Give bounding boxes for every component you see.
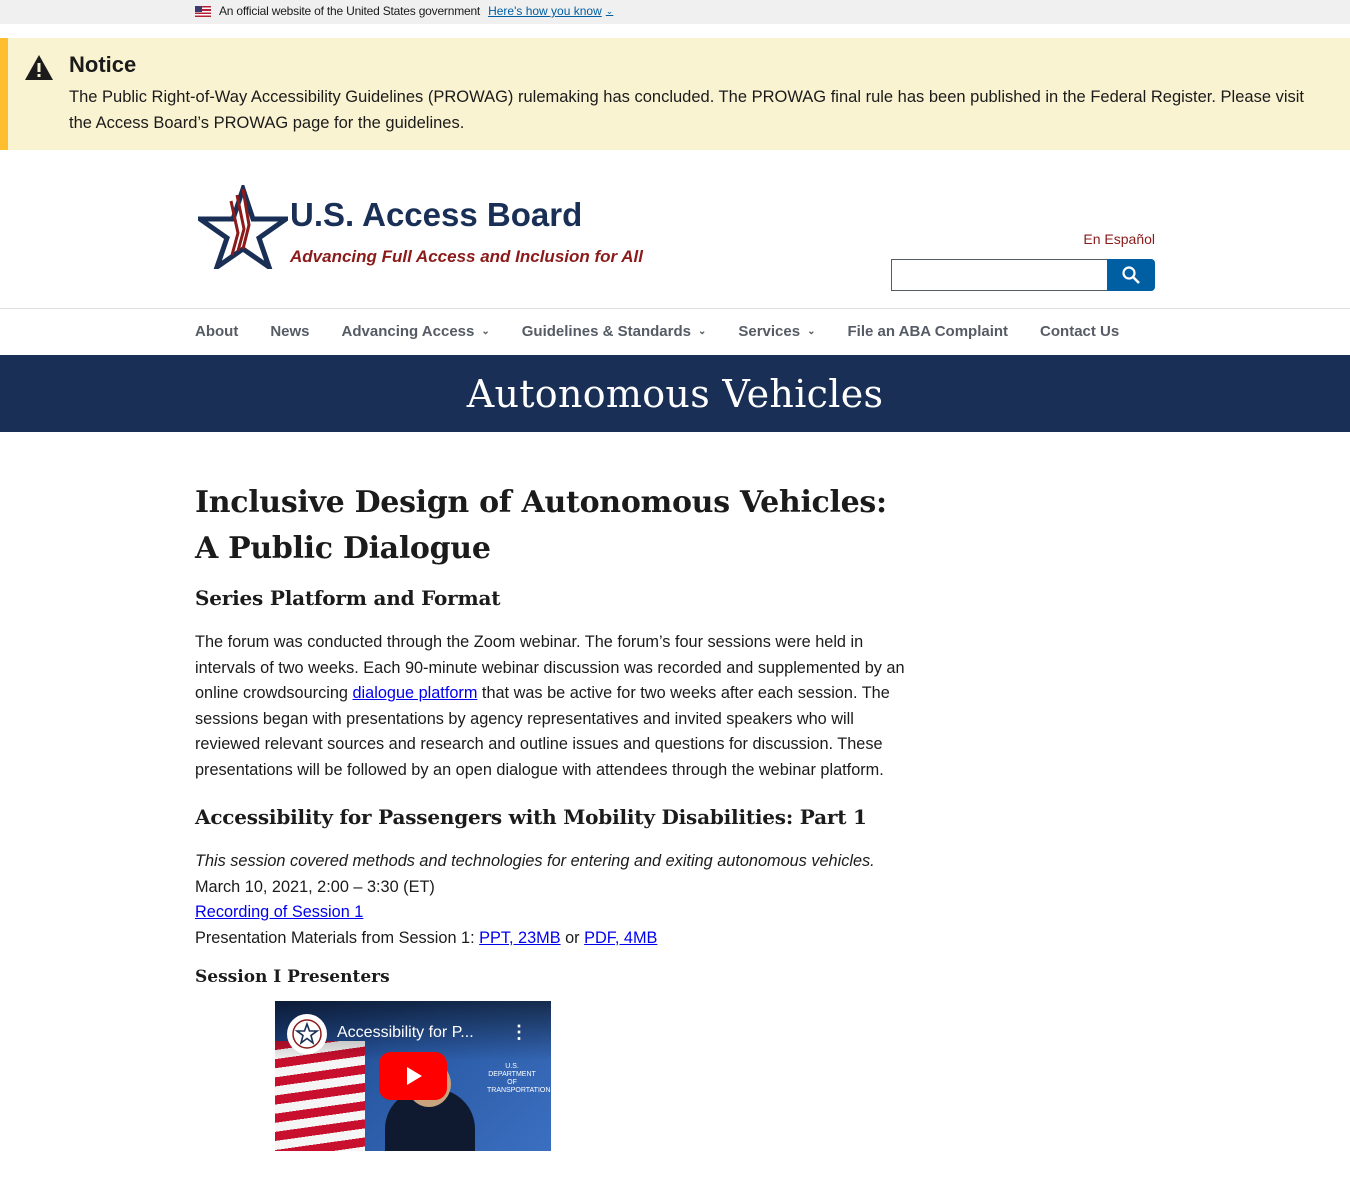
site-title[interactable]: U.S. Access Board (290, 196, 582, 234)
dialogue-platform-link[interactable]: dialogue platform (352, 684, 477, 702)
search-icon (1122, 266, 1140, 284)
video-menu-icon[interactable]: ⋮ (510, 1023, 528, 1041)
youtube-video-embed[interactable]: U.S. DEPARTMENT OF TRANSPORTATION Access… (275, 1001, 551, 1151)
nav-item-label: About (195, 323, 239, 340)
nav-item-label: News (270, 323, 310, 340)
session-description: This session covered methods and technol… (195, 852, 875, 870)
nav-items: About News Advancing Access ⌄ Guidelines & S… (195, 323, 1151, 340)
nav-item-label: File an ABA Complaint (847, 323, 1009, 340)
nav-item-news[interactable]: News (270, 323, 309, 340)
presenters-heading: Session I Presenters (195, 967, 390, 987)
main-content: Inclusive Design of Autonomous Vehicles:… (195, 480, 905, 987)
chevron-down-icon: ⌄ (481, 326, 490, 337)
site-tagline: Advancing Full Access and Inclusion for … (290, 247, 643, 266)
warning-icon (25, 55, 53, 80)
platform-paragraph: The forum was conducted through the Zoom… (195, 630, 905, 783)
gov-banner-content: An official website of the United States… (195, 4, 613, 18)
nav-item-about[interactable]: About (195, 323, 238, 340)
channel-star-icon (292, 1019, 322, 1049)
chevron-down-icon: ⌄ (605, 5, 614, 16)
nav-item-advancing-access[interactable]: Advancing Access ⌄ (342, 323, 490, 340)
session-date: March 10, 2021, 2:00 – 3:30 (ET) (195, 877, 435, 896)
materials-label: Presentation Materials from Session 1: (195, 928, 480, 947)
page-title: Autonomous Vehicles (466, 371, 884, 416)
page-hero: Autonomous Vehicles (0, 355, 1350, 432)
section-heading-platform: Series Platform and Format (195, 586, 501, 610)
nav-item-contact-us[interactable]: Contact Us (1040, 323, 1119, 340)
session-heading: Accessibility for Passengers with Mobili… (195, 805, 867, 829)
heres-how-you-know-label: Here's how you know (488, 4, 602, 18)
play-icon (407, 1067, 422, 1085)
chevron-down-icon: ⌄ (807, 326, 816, 337)
ppt-link[interactable]: PPT, 23MB (479, 929, 560, 947)
heres-how-you-know-link[interactable]: Here's how you know ⌄ (488, 4, 613, 18)
nav-item-label: Guidelines & Standards (521, 323, 691, 340)
or-text: or (560, 928, 585, 947)
materials-line: Presentation Materials from Session 1: P… (195, 926, 905, 952)
nav-item-label: Contact Us (1040, 323, 1120, 340)
channel-avatar[interactable] (287, 1014, 327, 1054)
gov-banner-text: An official website of the United States… (219, 4, 481, 18)
video-corner-logo: U.S. DEPARTMENT OF TRANSPORTATION (487, 1063, 551, 1094)
notice-alert: Notice The Public Right-of-Way Accessibi… (0, 38, 1350, 150)
notice-title: Notice (69, 52, 137, 77)
nav-item-label: Services (738, 323, 801, 340)
pdf-link[interactable]: PDF, 4MB (584, 929, 657, 947)
nav-item-file-an-aba-complaint[interactable]: File an ABA Complaint (847, 323, 1008, 340)
primary-nav: About News Advancing Access ⌄ Guidelines & S… (0, 308, 1350, 355)
recording-link[interactable]: Recording of Session 1 (195, 903, 363, 921)
gov-banner: An official website of the United States… (0, 0, 1350, 24)
nav-item-guidelines-standards[interactable]: Guidelines & Standards ⌄ (522, 323, 707, 340)
us-flag-icon (195, 5, 211, 17)
nav-item-label: Advancing Access (341, 323, 475, 340)
video-title[interactable]: Accessibility for P... (337, 1024, 474, 1042)
search-button[interactable] (1107, 259, 1155, 291)
chevron-down-icon: ⌄ (697, 326, 707, 337)
search-input[interactable] (891, 259, 1108, 291)
play-button[interactable] (379, 1052, 447, 1100)
access-board-star-logo[interactable] (198, 185, 288, 269)
session-details: This session covered methods and technol… (195, 849, 905, 951)
article-heading: Inclusive Design of Autonomous Vehicles:… (195, 485, 887, 566)
nav-item-services[interactable]: Services ⌄ (738, 323, 815, 340)
en-espanol-link[interactable]: En Español (1083, 231, 1155, 247)
notice-body: The Public Right-of-Way Accessibility Gu… (69, 88, 1304, 132)
